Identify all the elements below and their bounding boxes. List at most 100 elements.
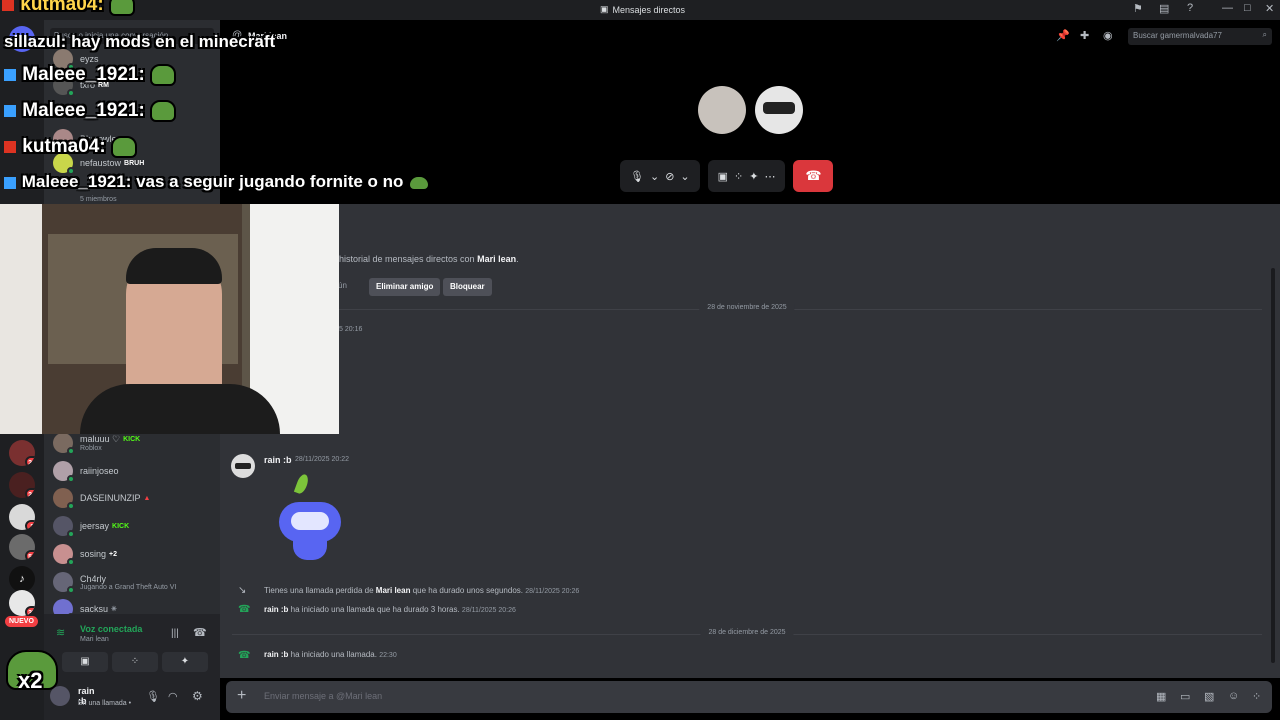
apps-icon[interactable]: ⁘	[1252, 690, 1261, 703]
badge-icon	[4, 141, 16, 153]
remove-friend-button[interactable]: Eliminar amigo	[369, 278, 441, 296]
server-icon[interactable]: 29	[9, 472, 35, 498]
search-input[interactable]: Buscar gamermalvada77 ⌕	[1128, 28, 1272, 45]
signal-icon: ≋	[56, 627, 66, 639]
activity-controls: ▣ ⁘ ✦ ⋯	[707, 160, 786, 192]
screen-icon[interactable]: ▤	[1159, 2, 1169, 15]
phone-icon: ☎	[238, 650, 251, 661]
gif-icon[interactable]: ▭	[1180, 690, 1190, 703]
emoji-icon[interactable]: ☺	[1228, 690, 1239, 702]
voice-panel: ≋ Voz conectada Mari lean ||| ☎ ▣ ⁘ ✦ ra…	[44, 614, 220, 720]
system-message: rain :b ha iniciado una llamada. 22:30	[264, 650, 397, 659]
members-count: 5 miembros	[80, 196, 117, 203]
chat-panel: historial de mensajes directos con Mari …	[220, 204, 1280, 678]
soundboard-button[interactable]: ✦	[162, 652, 208, 672]
message-input[interactable]: Enviar mensaje a @Mari lean	[264, 691, 382, 701]
title-bar: ▣ Mensajes directos ⚑ ▤ ? — □ ✕	[0, 0, 1280, 20]
user-profile-icon[interactable]: ◉	[1103, 29, 1113, 42]
voice-status[interactable]: Voz conectada	[80, 624, 142, 634]
chat-scrollbar[interactable]	[1271, 268, 1275, 663]
gift-icon[interactable]: ▦	[1156, 690, 1166, 703]
server-icon[interactable]: 37	[9, 590, 35, 616]
message-composer[interactable]: + Enviar mensaje a @Mari lean ▦ ▭ ▧ ☺ ⁘	[226, 681, 1272, 713]
camera-off-icon[interactable]: ⊘	[665, 170, 674, 183]
minimize-button[interactable]: —	[1222, 2, 1233, 14]
pin-icon[interactable]: 📌	[1056, 29, 1070, 42]
badge-icon	[4, 176, 16, 189]
pepe-emote-icon	[110, 136, 137, 158]
disconnect-icon[interactable]: ☎	[193, 626, 207, 639]
microphone-icon[interactable]: 🎙	[630, 170, 644, 183]
message-author[interactable]: rain :b	[264, 455, 292, 465]
badge-icon	[2, 0, 14, 11]
headphones-icon[interactable]: ◠	[168, 690, 178, 703]
music-note-icon[interactable]: ♪	[9, 566, 35, 592]
activities-icon[interactable]: ⁘	[734, 170, 743, 183]
member-item[interactable]: DASEINUNZIP ▲	[44, 487, 220, 510]
badge-icon	[4, 105, 16, 117]
avatar	[53, 461, 75, 483]
chevron-down-icon[interactable]: ⌄	[650, 170, 659, 183]
badge-icon	[4, 69, 16, 81]
pepe-emote-icon	[150, 100, 177, 122]
hang-up-button[interactable]: ☎	[793, 160, 834, 192]
inbox-icon[interactable]: ⚑	[1133, 2, 1143, 15]
call-controls: 🎙 ⌄ ⊘ ⌄ ▣ ⁘ ✦ ⋯ ☎	[620, 160, 834, 192]
webcam-overlay	[0, 204, 339, 434]
screen-share-button[interactable]: ▣	[62, 652, 108, 672]
server-icon[interactable]: 52	[9, 534, 35, 560]
member-item[interactable]: Ch4rly Jugando a Grand Theft Auto VI	[44, 571, 220, 594]
message-timestamp: 28/11/2025 20:22	[295, 456, 349, 463]
avatar	[53, 488, 75, 510]
member-item[interactable]: jeersay KICK	[44, 515, 220, 538]
mic-control[interactable]: 🎙 ⌄ ⊘ ⌄	[620, 160, 700, 192]
message-time: 5 20:16	[339, 326, 363, 333]
add-attachment-icon[interactable]: +	[237, 687, 246, 705]
overlay-chat-line: Maleee_1921:	[4, 100, 177, 122]
avatar[interactable]	[231, 454, 255, 478]
avatar	[53, 433, 75, 455]
avatar[interactable]	[50, 686, 70, 706]
more-icon[interactable]: ⋯	[764, 170, 775, 183]
date-separator: 28 de diciembre de 2025	[232, 629, 1262, 636]
help-icon[interactable]: ?	[1187, 2, 1193, 14]
avatar	[53, 544, 75, 566]
phone-icon: ☎	[238, 604, 251, 615]
common-servers-label: ún	[338, 281, 347, 290]
system-message: Tienes una llamada perdida de Mari lean …	[264, 586, 580, 595]
microphone-icon[interactable]: 🎙	[146, 690, 160, 703]
pepe-emote-icon	[150, 64, 177, 86]
avatar	[53, 572, 75, 594]
close-button[interactable]: ✕	[1265, 2, 1274, 15]
settings-gear-icon[interactable]: ⚙	[192, 689, 203, 703]
server-icon[interactable]: 1	[9, 504, 35, 530]
member-item[interactable]: raiinjoseo	[44, 460, 220, 483]
block-button[interactable]: Bloquear	[443, 278, 492, 296]
avatar	[53, 516, 75, 538]
screen-share-icon[interactable]: ▣	[718, 170, 728, 183]
activity-button[interactable]: ⁘	[112, 652, 158, 672]
date-separator: 28 de noviembre de 2025	[232, 304, 1262, 311]
add-friends-icon[interactable]: ✚	[1080, 29, 1089, 42]
noise-suppression-icon[interactable]: |||	[171, 628, 179, 639]
overlay-chat-line: Maleee_1921:	[4, 64, 177, 86]
clyde-sticker[interactable]	[275, 472, 345, 566]
overlay-chat-line: Maleee_1921: vas a seguir jugando fornit…	[4, 172, 431, 192]
missed-call-icon: ↘	[238, 585, 247, 596]
voice-channel: Mari lean	[80, 636, 109, 643]
call-participant-avatar[interactable]	[698, 86, 746, 134]
member-item[interactable]: maluuu ♡ KICK Roblox	[44, 432, 220, 455]
pepe-emote-icon	[108, 0, 135, 16]
chevron-down-icon[interactable]: ⌄	[680, 170, 689, 183]
soundboard-icon[interactable]: ✦	[749, 170, 758, 183]
dm-intro-text: historial de mensajes directos con Mari …	[339, 254, 519, 264]
member-item[interactable]: sosing +2	[44, 543, 220, 566]
search-icon: ⌕	[1262, 30, 1267, 39]
maximize-button[interactable]: □	[1244, 2, 1251, 14]
sticker-icon[interactable]: ▧	[1204, 690, 1214, 703]
overlay-chat-line: sillazul: hay mods en el minecraft	[4, 32, 276, 51]
server-icon[interactable]: 20	[9, 440, 35, 466]
window-title: ▣ Mensajes directos	[600, 4, 686, 15]
call-participant-avatar[interactable]	[755, 86, 803, 134]
new-badge: NUEVO	[5, 616, 38, 627]
